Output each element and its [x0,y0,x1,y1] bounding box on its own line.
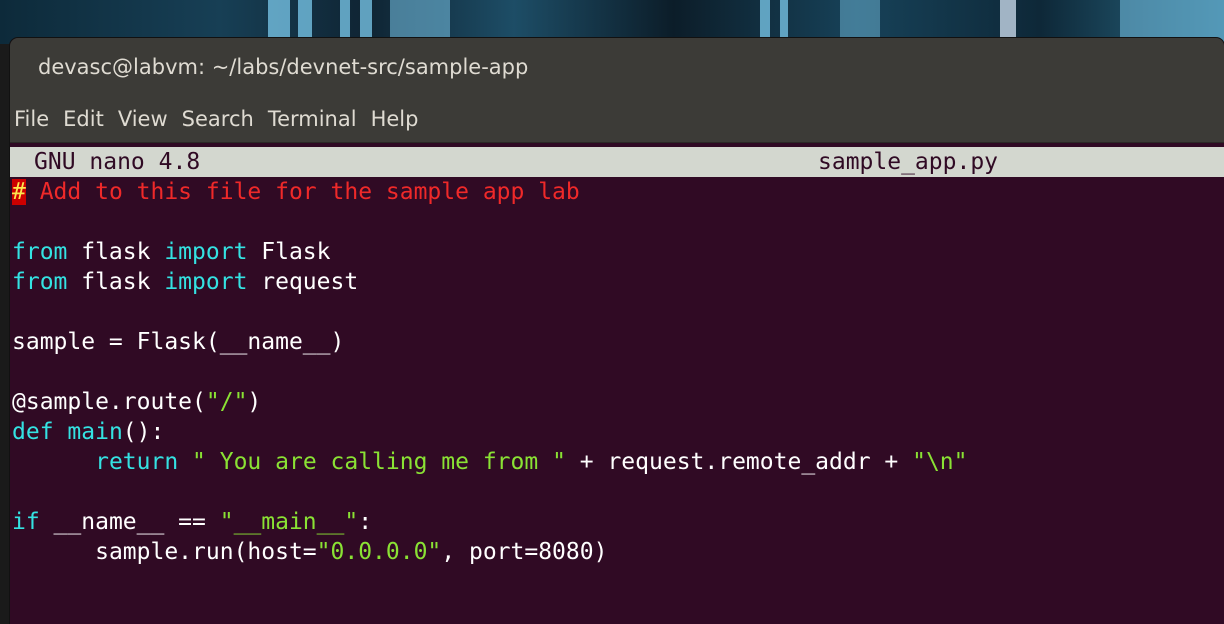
imported-name: request [247,269,359,295]
code-line-10[interactable]: return " You are calling me from " + req… [10,447,1224,477]
string-literal: "0.0.0.0" [316,539,442,565]
paren-text: (): [122,419,165,445]
nano-filename: sample_app.py [818,149,999,175]
module-name: flask [67,269,165,295]
menu-search[interactable]: Search [182,107,254,131]
screen: devasc@labvm: ~/labs/devnet-src/sample-a… [0,0,1224,624]
window-title: devasc@labvm: ~/labs/devnet-src/sample-a… [38,55,529,79]
space-text [54,419,68,445]
code-line-12[interactable]: if __name__ == "__main__": [10,507,1224,537]
colon-text: : [358,509,373,535]
code-line-13[interactable]: sample.run(host="0.0.0.0", port=8080) [10,537,1224,567]
imported-name: Flask [247,239,331,265]
code-line-blank[interactable] [10,357,1224,387]
code-line-9[interactable]: def main(): [10,417,1224,447]
space-text [178,449,192,475]
call-text: sample.run(host= [95,539,317,565]
terminal-window[interactable]: devasc@labvm: ~/labs/devnet-src/sample-a… [10,38,1224,624]
string-literal: "\n" [912,449,968,475]
function-name: main [67,419,123,445]
code-line-6[interactable]: sample = Flask(__name__) [10,327,1224,357]
string-literal: " You are calling me from " [192,449,566,475]
code-line-blank[interactable] [10,297,1224,327]
indent-text [12,449,95,475]
menu-file[interactable]: File [14,107,49,131]
menu-edit[interactable]: Edit [63,107,104,131]
nano-version: GNU nano 4.8 [34,149,201,175]
window-titlebar[interactable]: devasc@labvm: ~/labs/devnet-src/sample-a… [10,38,1224,96]
code-line-3[interactable]: from flask import Flask [10,237,1224,267]
keyword-return: return [95,449,179,475]
code-line-blank[interactable] [10,477,1224,507]
terminal-content[interactable]: GNU nano 4.8 sample_app.py # Add to this… [10,143,1224,567]
code-line-1[interactable]: # Add to this file for the sample app la… [10,177,1224,207]
decorator-text: @sample.route( [12,389,206,415]
expression-text: + request.remote_addr + [565,449,913,475]
menu-terminal[interactable]: Terminal [268,107,357,131]
code-line-4[interactable]: from flask import request [10,267,1224,297]
keyword-def: def [12,419,54,445]
menu-help[interactable]: Help [371,107,419,131]
string-literal: "__main__" [219,509,359,535]
menu-bar: File Edit View Search Terminal Help [10,96,1224,143]
expression-text: __name__ == [39,509,220,535]
paren-text: ) [247,389,262,415]
call-args-text: , port=8080) [441,539,608,565]
keyword-import: import [164,269,248,295]
nano-title-bar: GNU nano 4.8 sample_app.py [10,147,1224,177]
assignment-text: sample = Flask(__name__) [12,329,345,355]
keyword-from: from [12,269,68,295]
keyword-if: if [12,509,40,535]
code-line-8[interactable]: @sample.route("/") [10,387,1224,417]
string-literal: "/" [205,389,248,415]
keyword-import: import [164,239,248,265]
code-line-blank[interactable] [10,207,1224,237]
menu-view[interactable]: View [118,107,168,131]
indent-text [12,539,95,565]
